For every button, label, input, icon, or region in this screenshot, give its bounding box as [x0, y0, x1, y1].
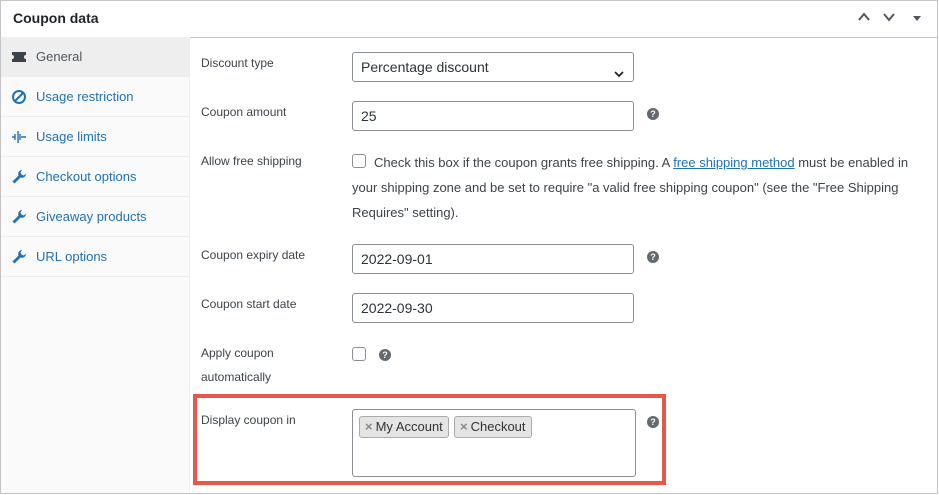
tab-label: General: [36, 49, 83, 64]
coupon-amount-input[interactable]: 25: [352, 101, 634, 131]
start-date-label: Coupon start date: [201, 297, 297, 311]
wrench-icon: [11, 209, 27, 225]
help-icon[interactable]: ?: [379, 349, 391, 361]
coupon-amount-value: 25: [361, 108, 377, 124]
panel-header: Coupon data: [1, 1, 937, 38]
tab-label: URL options: [36, 249, 108, 264]
help-icon[interactable]: ?: [647, 251, 659, 263]
free-shipping-label: Allow free shipping: [201, 154, 302, 168]
caret-down-icon: [913, 16, 921, 21]
chip-checkout: × Checkout: [454, 416, 532, 438]
remove-chip-icon[interactable]: ×: [365, 419, 373, 434]
expiry-date-value: 2022-09-01: [361, 251, 433, 267]
general-settings: Discount type Percentage discount Coupon…: [190, 38, 937, 493]
tab-label: Usage restriction: [36, 89, 134, 104]
expiry-date-input[interactable]: 2022-09-01: [352, 244, 634, 274]
chip-my-account: × My Account: [359, 416, 449, 438]
tab-giveaway-products[interactable]: Giveaway products: [1, 197, 189, 237]
chip-label: Checkout: [470, 419, 526, 434]
remove-chip-icon[interactable]: ×: [460, 419, 468, 434]
no-entry-icon: [11, 89, 27, 105]
discount-type-select[interactable]: Percentage discount: [352, 52, 634, 82]
waveform-icon: [11, 129, 27, 145]
start-date-value: 2022-09-30: [361, 300, 433, 316]
description-text: Check this box if the coupon grants free…: [374, 155, 674, 170]
chevron-down-icon: [613, 61, 625, 78]
wrench-icon: [11, 169, 27, 185]
chevron-up-icon: [858, 12, 870, 21]
discount-type-label: Discount type: [201, 56, 274, 70]
coupon-tabs-sidebar: General Usage restriction Usage limits C…: [1, 37, 190, 493]
tab-checkout-options[interactable]: Checkout options: [1, 157, 189, 197]
tab-url-options[interactable]: URL options: [1, 237, 189, 277]
coupon-amount-label: Coupon amount: [201, 105, 287, 119]
move-down-button[interactable]: [879, 9, 899, 29]
toggle-panel-button[interactable]: [907, 9, 927, 29]
coupon-data-panel: Coupon data General Usage restriction Us…: [0, 0, 938, 494]
start-date-input[interactable]: 2022-09-30: [352, 293, 634, 323]
apply-auto-checkbox[interactable]: [352, 347, 366, 361]
move-up-button[interactable]: [854, 9, 874, 29]
help-icon[interactable]: ?: [647, 108, 659, 120]
tab-label: Checkout options: [36, 169, 137, 184]
panel-title: Coupon data: [13, 10, 99, 26]
tab-usage-restriction[interactable]: Usage restriction: [1, 77, 189, 117]
chip-label: My Account: [375, 419, 443, 434]
discount-type-value: Percentage discount: [361, 59, 489, 75]
chevron-down-icon: [883, 13, 895, 22]
tab-usage-limits[interactable]: Usage limits: [1, 117, 189, 157]
display-coupon-multiselect[interactable]: × My Account × Checkout: [352, 409, 636, 477]
free-shipping-description: Check this box if the coupon grants free…: [352, 150, 917, 225]
apply-auto-label: automatically: [201, 370, 272, 384]
free-shipping-method-link[interactable]: free shipping method: [673, 155, 794, 170]
help-icon[interactable]: ?: [647, 416, 659, 428]
ticket-icon: [11, 49, 27, 65]
tab-general[interactable]: General: [1, 37, 189, 77]
tab-label: Giveaway products: [36, 209, 147, 224]
display-coupon-label: Display coupon in: [201, 413, 296, 427]
expiry-date-label: Coupon expiry date: [201, 248, 306, 262]
apply-auto-label: Apply coupon: [201, 346, 274, 360]
tab-label: Usage limits: [36, 129, 107, 144]
wrench-icon: [11, 249, 27, 265]
